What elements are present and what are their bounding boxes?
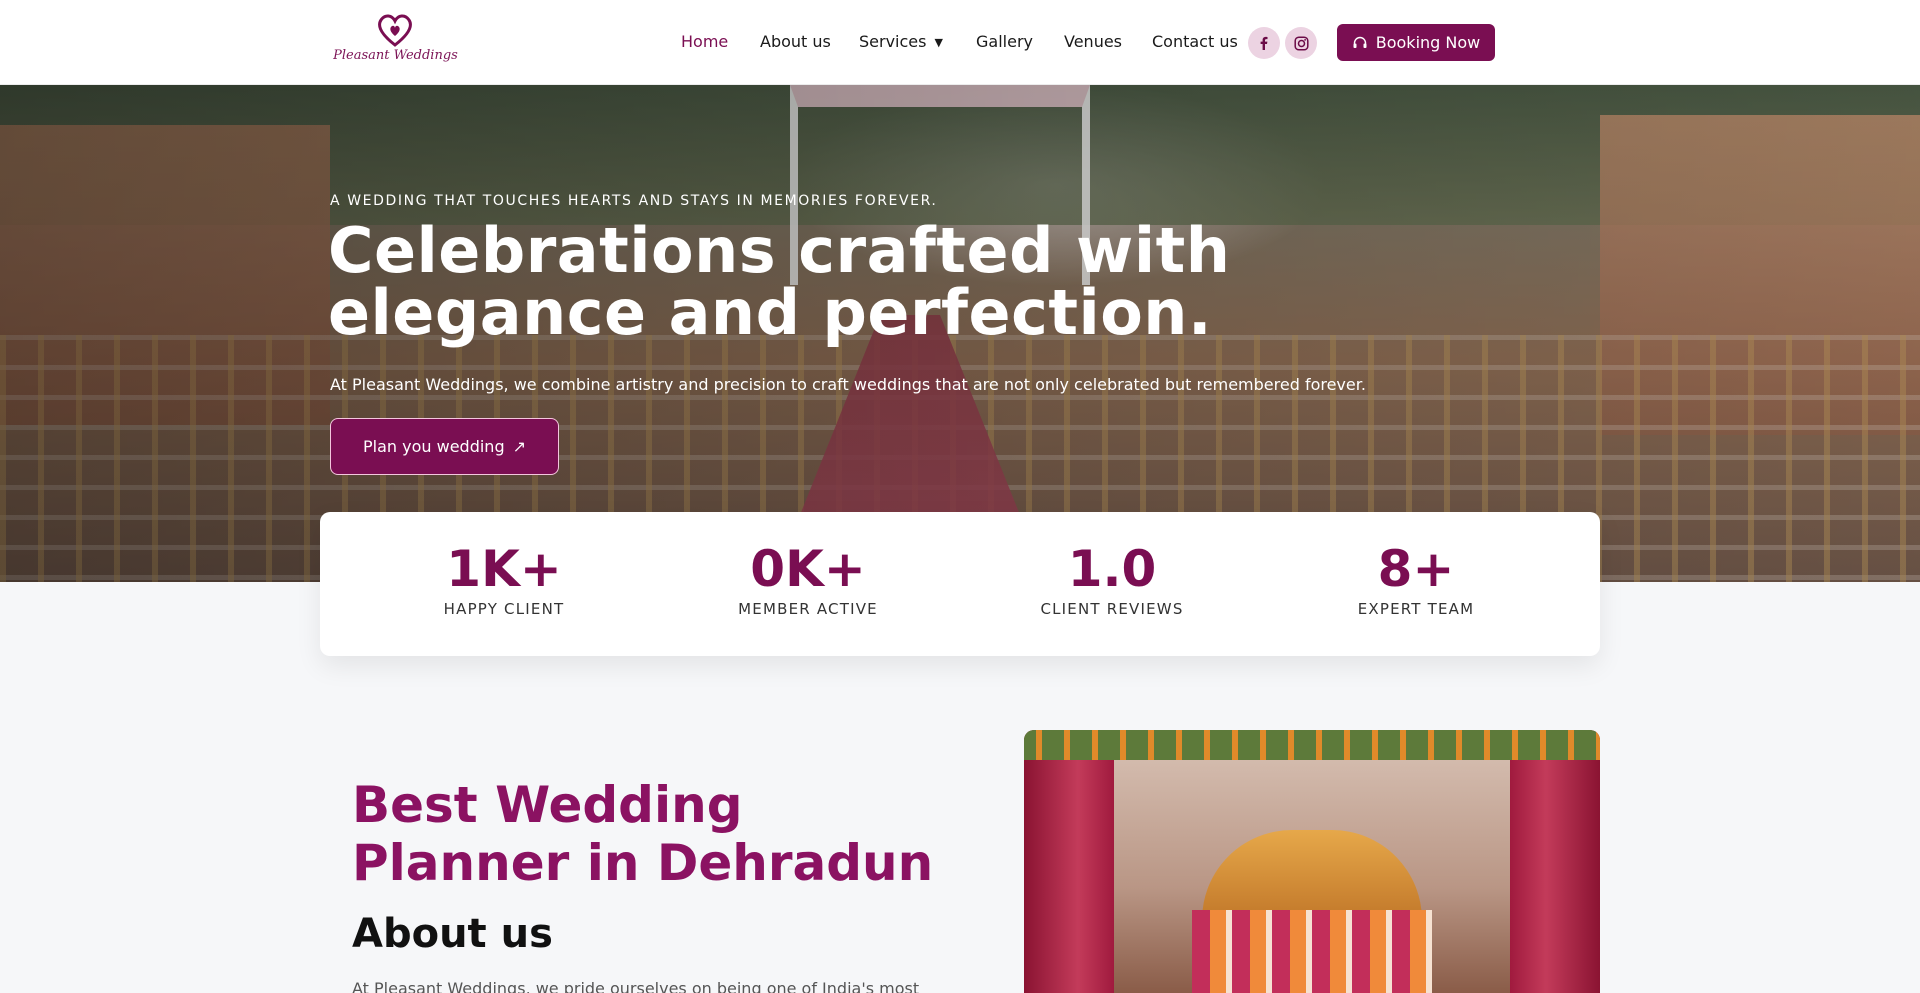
chevron-down-icon: ▼: [934, 36, 943, 49]
stat-label: HAPPY CLIENT: [443, 600, 565, 618]
hero-tagline: A WEDDING THAT TOUCHES HEARTS AND STAYS …: [330, 193, 938, 209]
about-image-mandap-drapes: [1192, 910, 1432, 993]
about-image-mandap-dome: [1202, 830, 1422, 920]
instagram-link[interactable]: [1285, 27, 1317, 59]
stat-member-active: 0K+ MEMBER ACTIVE: [658, 542, 958, 618]
booking-now-button[interactable]: Booking Now: [1337, 24, 1495, 61]
about-image-garland: [1024, 730, 1600, 760]
booking-now-label: Booking Now: [1375, 33, 1481, 52]
stat-expert-team: 8+ EXPERT TEAM: [1266, 542, 1566, 618]
hero-subtitle: At Pleasant Weddings, we combine artistr…: [330, 375, 1366, 394]
nav-services-label: Services: [859, 32, 927, 51]
nav-about[interactable]: About us: [760, 29, 831, 55]
plan-wedding-button[interactable]: Plan you wedding ↗: [330, 418, 559, 475]
hero-section: A WEDDING THAT TOUCHES HEARTS AND STAYS …: [0, 85, 1920, 582]
about-image: [1024, 730, 1600, 993]
facebook-icon: [1260, 36, 1268, 50]
brand-name: Pleasant Weddings: [333, 48, 458, 63]
plan-wedding-label: Plan you wedding: [363, 437, 505, 456]
nav-home[interactable]: Home: [681, 29, 728, 55]
site-header: Pleasant Weddings Home About us Services…: [0, 0, 1920, 85]
stat-happy-client: 1K+ HAPPY CLIENT: [354, 542, 654, 618]
stat-value: 1.0: [1067, 540, 1157, 598]
hero-title: Celebrations crafted with elegance and p…: [328, 214, 1231, 349]
headset-icon: [1353, 36, 1367, 48]
instagram-icon: [1293, 35, 1309, 51]
brand-logo[interactable]: Pleasant Weddings: [333, 12, 458, 72]
nav-gallery[interactable]: Gallery: [976, 29, 1033, 55]
nav-venues[interactable]: Venues: [1064, 29, 1122, 55]
arrow-up-right-icon: ↗: [512, 437, 526, 456]
stat-value: 1K+: [446, 540, 562, 598]
facebook-link[interactable]: [1248, 27, 1280, 59]
nav-services[interactable]: Services ▼: [859, 29, 943, 56]
stat-label: EXPERT TEAM: [1357, 600, 1475, 618]
stat-value: 8+: [1377, 540, 1455, 598]
stat-client-reviews: 1.0 CLIENT REVIEWS: [962, 542, 1262, 618]
heart-logo-icon: [378, 14, 412, 47]
about-heading: Best Wedding Planner in Dehradun: [352, 776, 934, 892]
about-image-curtain-left: [1024, 730, 1114, 993]
nav-contact[interactable]: Contact us: [1152, 29, 1238, 55]
stats-card: 1K+ HAPPY CLIENT 0K+ MEMBER ACTIVE 1.0 C…: [320, 512, 1600, 656]
about-paragraph: At Pleasant Weddings, we pride ourselves…: [352, 979, 920, 993]
about-image-curtain-right: [1510, 730, 1600, 993]
stat-label: MEMBER ACTIVE: [738, 600, 878, 618]
stat-label: CLIENT REVIEWS: [1040, 600, 1184, 618]
about-title: About us: [352, 911, 553, 957]
stat-value: 0K+: [750, 540, 866, 598]
